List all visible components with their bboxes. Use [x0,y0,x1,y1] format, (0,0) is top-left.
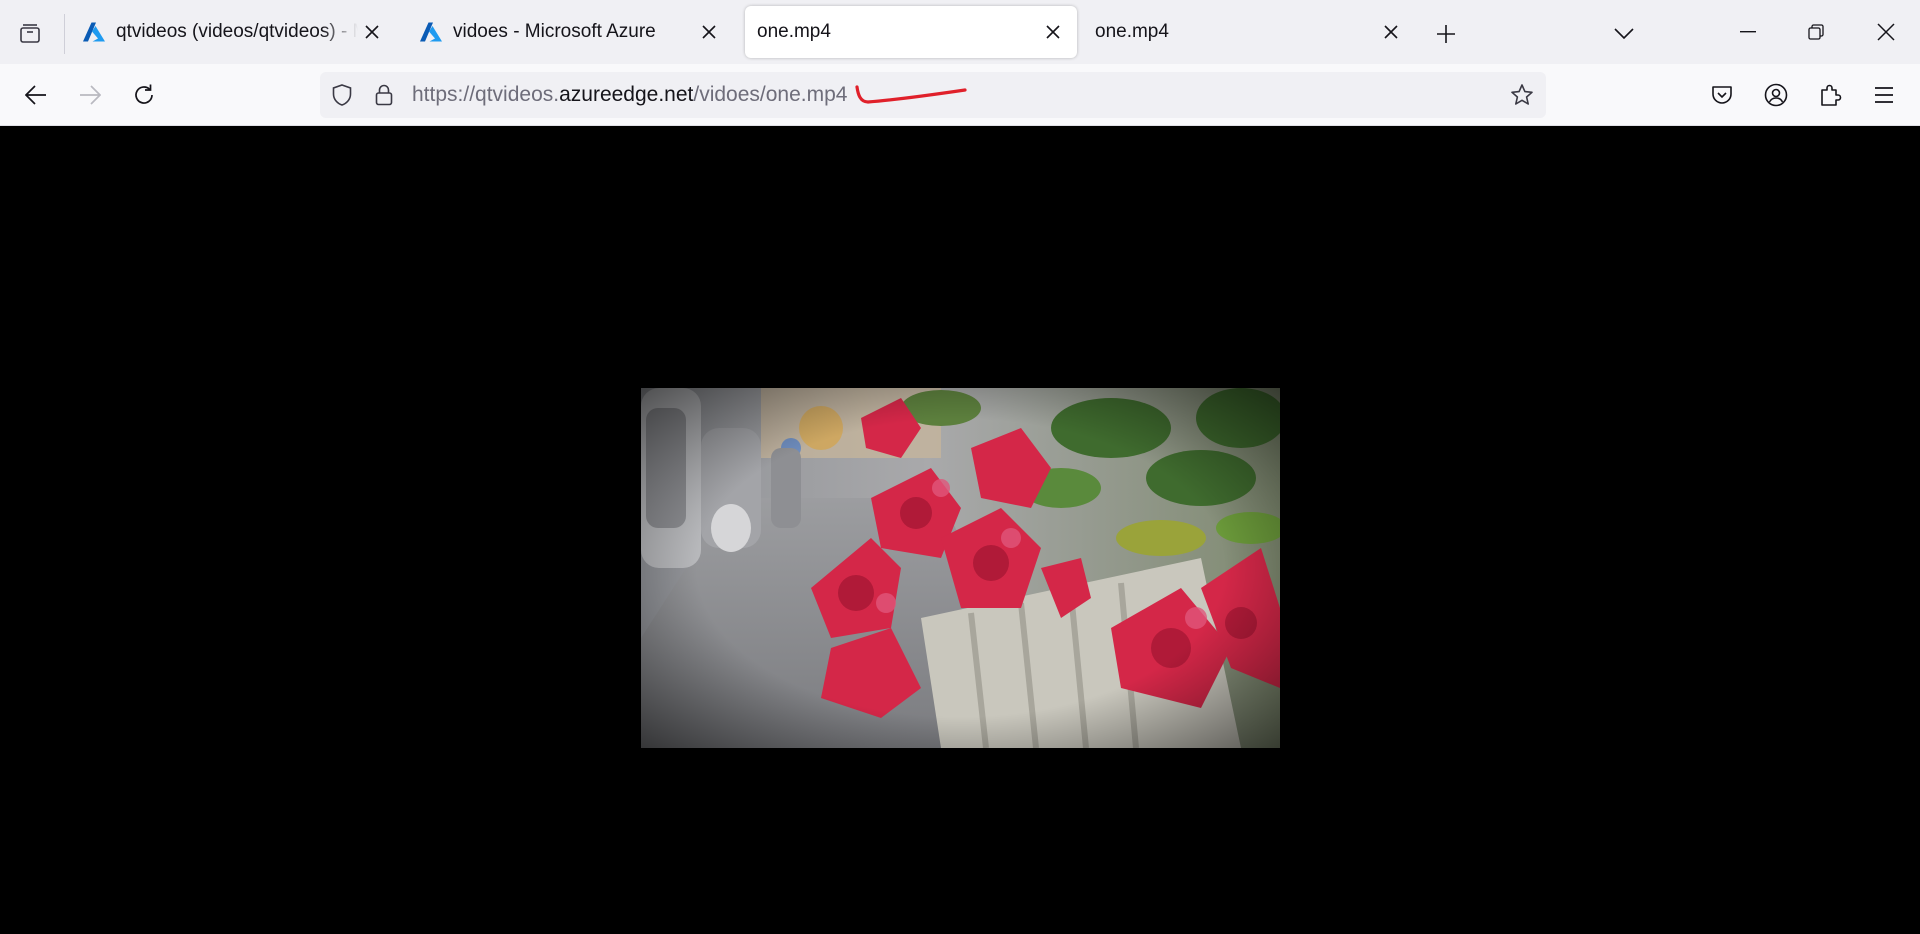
close-tab-icon[interactable] [1377,18,1405,46]
hamburger-menu-icon[interactable] [1862,73,1906,117]
tab-vidoes[interactable]: vidoes - Microsoft Azure [407,6,733,58]
close-tab-icon[interactable] [1039,18,1067,46]
tab-strip: qtvideos (videos/qtvideos) - Microsoft A… [0,0,1920,64]
close-tab-icon[interactable] [358,18,386,46]
star-icon[interactable] [1510,83,1534,107]
video-player[interactable] [641,388,1280,748]
close-tab-icon[interactable] [695,18,723,46]
video-frame-red-flowers [641,388,1280,748]
plus-icon[interactable] [1426,14,1466,54]
tab-list-icon[interactable] [8,12,52,56]
account-icon[interactable] [1754,73,1798,117]
minimize-icon[interactable] [1714,0,1782,64]
restore-icon[interactable] [1782,0,1850,64]
tab-one-mp4-active[interactable]: one.mp4 [745,6,1077,58]
lock-icon[interactable] [372,83,396,107]
tab-separator [64,14,65,54]
azure-icon [419,20,443,44]
chevron-down-icon[interactable] [1604,14,1644,54]
url-host: azureedge.net [559,83,694,106]
url-prefix: https://qtvideos. [412,83,560,106]
url-text[interactable]: https://qtvideos.azureedge.net/vidoes/on… [412,83,847,107]
arrow-right-icon [68,73,112,117]
arrow-left-icon[interactable] [14,73,58,117]
puzzle-icon[interactable] [1808,73,1852,117]
close-icon[interactable] [1852,0,1920,64]
red-underline-annotation [855,85,967,104]
azure-icon [82,20,106,44]
tab-label: vidoes - Microsoft Azure [453,21,656,42]
tab-label: one.mp4 [1095,21,1169,42]
tab-qtvideos[interactable]: qtvideos (videos/qtvideos) - Microsoft A… [70,6,396,58]
pocket-icon[interactable] [1700,73,1744,117]
reload-icon[interactable] [122,73,166,117]
tab-label: one.mp4 [757,21,831,42]
shield-icon[interactable] [330,83,354,107]
tab-one-mp4[interactable]: one.mp4 [1083,6,1415,58]
video-viewer [0,127,1920,934]
tab-label: qtvideos (videos/qtvideos) - Microsoft A… [116,21,358,42]
url-path: /vidoes/one.mp4 [693,83,848,106]
